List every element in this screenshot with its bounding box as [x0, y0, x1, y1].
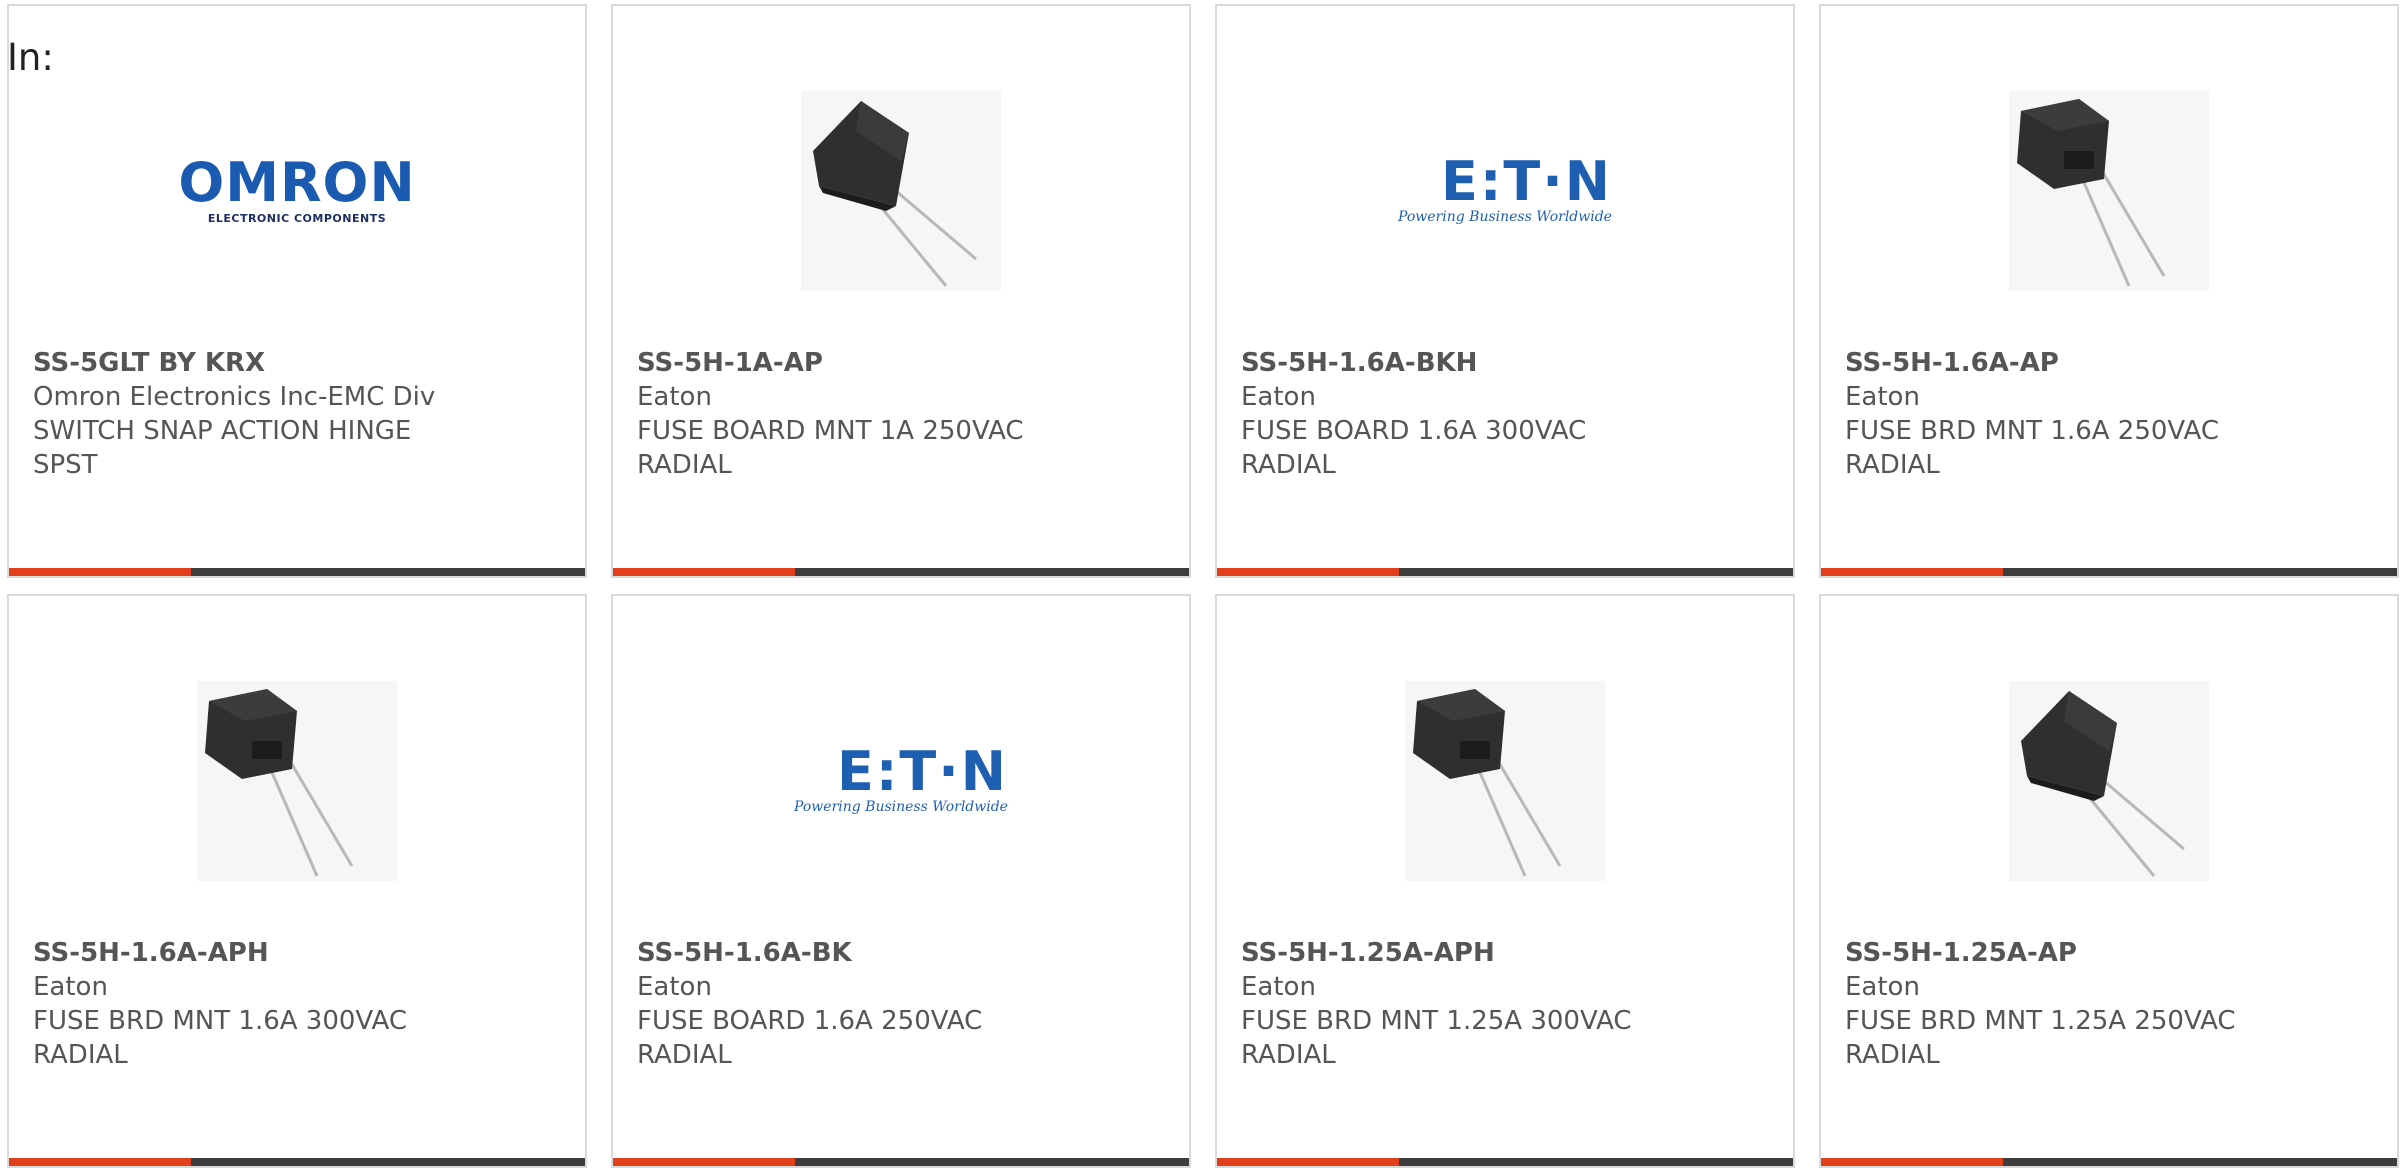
product-card[interactable]: OMRON ELECTRONIC COMPONENTS SS-5GLT BY KR…	[7, 4, 587, 578]
product-image[interactable]: E:T·N Powering Business Worldwide	[613, 646, 1189, 916]
product-info: SS-5H-1.25A-APH Eaton FUSE BRD MNT 1.25A…	[1241, 936, 1769, 1072]
product-info: SS-5GLT BY KRX Omron Electronics Inc-EMC…	[33, 346, 561, 482]
eaton-logo: E:T·N Powering Business Worldwide	[794, 740, 1008, 816]
manufacturer: Eaton	[1241, 972, 1316, 1002]
card-accent-bar	[1217, 568, 1399, 576]
manufacturer: Eaton	[1241, 382, 1316, 412]
part-number-link[interactable]: SS-5H-1.6A-BKH	[1241, 346, 1769, 380]
manufacturer: Eaton	[33, 972, 108, 1002]
description: FUSE BRD MNT 1.25A 250VAC RADIAL	[1845, 1006, 2236, 1070]
part-number-link[interactable]: SS-5H-1A-AP	[637, 346, 1165, 380]
product-card[interactable]: E:T·N Powering Business Worldwide SS-5H-1…	[1215, 4, 1795, 578]
fuse-photo	[2009, 681, 2209, 881]
product-card[interactable]: SS-5H-1.25A-AP Eaton FUSE BRD MNT 1.25A …	[1819, 594, 2399, 1168]
manufacturer: Eaton	[637, 972, 712, 1002]
product-image[interactable]: E:T·N Powering Business Worldwide	[1217, 56, 1793, 326]
fuse-photo	[1405, 681, 1605, 881]
card-footer-bar	[1217, 1158, 1793, 1166]
card-footer-bar	[1821, 1158, 2397, 1166]
product-card[interactable]: SS-5H-1.25A-APH Eaton FUSE BRD MNT 1.25A…	[1215, 594, 1795, 1168]
product-image[interactable]	[1217, 646, 1793, 916]
card-accent-bar	[613, 568, 795, 576]
card-accent-bar	[1821, 568, 2003, 576]
product-image[interactable]	[1821, 646, 2397, 916]
product-info: SS-5H-1.25A-AP Eaton FUSE BRD MNT 1.25A …	[1845, 936, 2373, 1072]
product-image[interactable]	[613, 56, 1189, 326]
manufacturer: Eaton	[637, 382, 712, 412]
product-card[interactable]: SS-5H-1.6A-AP Eaton FUSE BRD MNT 1.6A 25…	[1819, 4, 2399, 578]
manufacturer: Eaton	[1845, 382, 1920, 412]
manufacturer: Omron Electronics Inc-EMC Div	[33, 382, 436, 412]
product-grid: OMRON ELECTRONIC COMPONENTS SS-5GLT BY KR…	[7, 4, 2399, 1168]
card-footer-bar	[613, 568, 1189, 576]
part-number-link[interactable]: SS-5H-1.6A-BK	[637, 936, 1165, 970]
product-info: SS-5H-1.6A-BKH Eaton FUSE BOARD 1.6A 300…	[1241, 346, 1769, 482]
part-number-link[interactable]: SS-5GLT BY KRX	[33, 346, 561, 380]
card-accent-bar	[9, 1158, 191, 1166]
description: FUSE BOARD MNT 1A 250VAC RADIAL	[637, 416, 1024, 480]
description: FUSE BRD MNT 1.6A 250VAC RADIAL	[1845, 416, 2220, 480]
product-info: SS-5H-1.6A-BK Eaton FUSE BOARD 1.6A 250V…	[637, 936, 1165, 1072]
product-card[interactable]: SS-5H-1A-AP Eaton FUSE BOARD MNT 1A 250V…	[611, 4, 1191, 578]
card-accent-bar	[1821, 1158, 2003, 1166]
product-card[interactable]: SS-5H-1.6A-APH Eaton FUSE BRD MNT 1.6A 3…	[7, 594, 587, 1168]
product-image[interactable]: OMRON ELECTRONIC COMPONENTS	[9, 56, 585, 326]
product-info: SS-5H-1.6A-AP Eaton FUSE BRD MNT 1.6A 25…	[1845, 346, 2373, 482]
description: FUSE BRD MNT 1.6A 300VAC RADIAL	[33, 1006, 408, 1070]
part-number-link[interactable]: SS-5H-1.6A-APH	[33, 936, 561, 970]
part-number-link[interactable]: SS-5H-1.25A-APH	[1241, 936, 1769, 970]
filter-label: In:	[7, 36, 54, 79]
product-image[interactable]	[1821, 56, 2397, 326]
fuse-photo	[801, 91, 1001, 291]
description: FUSE BRD MNT 1.25A 300VAC RADIAL	[1241, 1006, 1632, 1070]
fuse-photo	[2009, 91, 2209, 291]
part-number-link[interactable]: SS-5H-1.6A-AP	[1845, 346, 2373, 380]
part-number-link[interactable]: SS-5H-1.25A-AP	[1845, 936, 2373, 970]
manufacturer: Eaton	[1845, 972, 1920, 1002]
product-card[interactable]: E:T·N Powering Business Worldwide SS-5H-1…	[611, 594, 1191, 1168]
card-footer-bar	[1217, 568, 1793, 576]
omron-logo: OMRON ELECTRONIC COMPONENTS	[178, 150, 416, 225]
card-accent-bar	[9, 568, 191, 576]
card-footer-bar	[9, 568, 585, 576]
card-accent-bar	[1217, 1158, 1399, 1166]
card-footer-bar	[9, 1158, 585, 1166]
description: FUSE BOARD 1.6A 300VAC RADIAL	[1241, 416, 1587, 480]
card-footer-bar	[1821, 568, 2397, 576]
eaton-logo: E:T·N Powering Business Worldwide	[1398, 150, 1612, 226]
description: FUSE BOARD 1.6A 250VAC RADIAL	[637, 1006, 983, 1070]
fuse-photo	[197, 681, 397, 881]
product-image[interactable]	[9, 646, 585, 916]
description: SWITCH SNAP ACTION HINGE SPST	[33, 416, 412, 480]
card-footer-bar	[613, 1158, 1189, 1166]
product-info: SS-5H-1A-AP Eaton FUSE BOARD MNT 1A 250V…	[637, 346, 1165, 482]
product-info: SS-5H-1.6A-APH Eaton FUSE BRD MNT 1.6A 3…	[33, 936, 561, 1072]
card-accent-bar	[613, 1158, 795, 1166]
